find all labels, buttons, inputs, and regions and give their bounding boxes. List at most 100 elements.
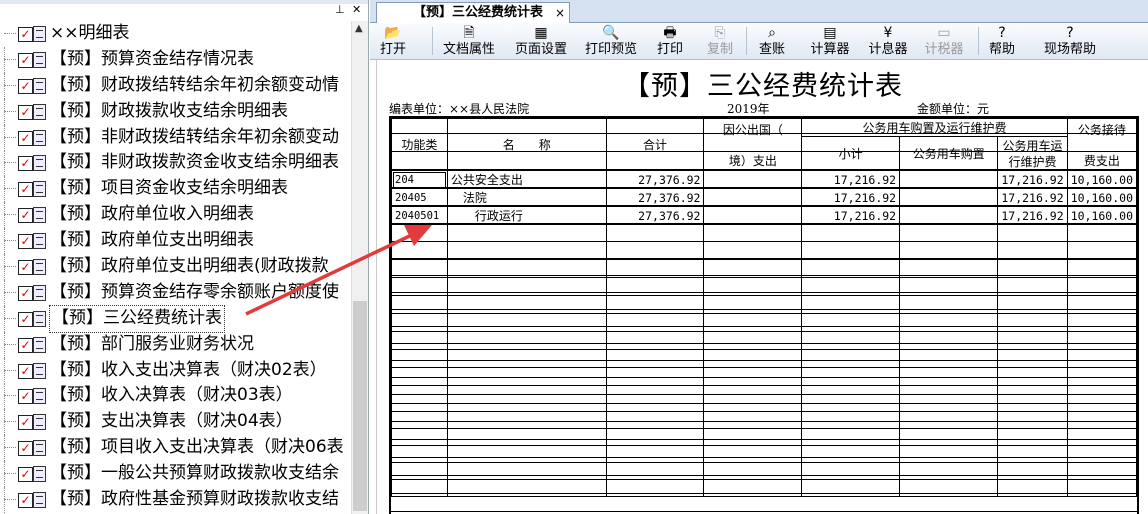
cell-empty[interactable] bbox=[1066, 428, 1138, 446]
cell-empty[interactable] bbox=[391, 292, 448, 310]
cell-total[interactable]: 27,376.92 bbox=[605, 170, 705, 189]
checkbox-checked-icon[interactable]: ✓ bbox=[18, 130, 33, 146]
tree-item-selected[interactable]: ✓ 【预】三公经费统计表 bbox=[0, 304, 352, 333]
checkbox-checked-icon[interactable]: ✓ bbox=[18, 52, 33, 68]
cell-empty[interactable] bbox=[446, 241, 607, 259]
table-row[interactable]: 20405 法院 27,376.92 17,216.92 17,216.92 10,160… bbox=[391, 188, 1138, 207]
tree-item[interactable]: ✓ 【预】一般公共预算财政拨款收支结余 bbox=[0, 461, 352, 488]
cell-empty[interactable] bbox=[703, 377, 803, 395]
cell-empty[interactable] bbox=[801, 343, 901, 361]
cell-empty[interactable] bbox=[1066, 377, 1138, 395]
cell-empty[interactable] bbox=[605, 360, 705, 378]
table-row-empty[interactable] bbox=[391, 326, 1138, 344]
cell-empty[interactable] bbox=[446, 479, 607, 497]
print-preview-button[interactable]: 🔍 打印预览 bbox=[578, 25, 644, 59]
tree-item[interactable]: ✓ 【预】预算资金结存零余额账户额度使 bbox=[0, 279, 352, 306]
cell-abroad[interactable] bbox=[703, 206, 803, 225]
cell-empty[interactable] bbox=[391, 411, 448, 429]
tax-button[interactable]: ▭ 计税器 bbox=[918, 25, 970, 59]
cell-purchase[interactable] bbox=[899, 170, 999, 189]
cell-empty[interactable] bbox=[1066, 479, 1138, 497]
cell-empty[interactable] bbox=[801, 275, 901, 293]
tree-item[interactable]: ✓ 【预】预算资金结存情况表 bbox=[0, 46, 352, 73]
cell-empty[interactable] bbox=[605, 445, 705, 463]
cell-empty[interactable] bbox=[391, 462, 448, 480]
table-row-empty[interactable] bbox=[391, 445, 1138, 463]
tree-root[interactable]: ✓ ××明细表 bbox=[0, 21, 352, 47]
checkbox-checked-icon[interactable]: ✓ bbox=[18, 234, 33, 250]
cell-empty[interactable] bbox=[801, 258, 901, 276]
checkbox-checked-icon[interactable]: ✓ bbox=[18, 415, 33, 431]
tree-item[interactable]: ✓ 【预】财政拨结转结余年初余额变动情 bbox=[0, 72, 352, 99]
cell-empty[interactable] bbox=[997, 258, 1068, 276]
cell-empty[interactable] bbox=[801, 394, 901, 412]
table-row-empty[interactable] bbox=[391, 377, 1138, 395]
cell-empty[interactable] bbox=[1066, 224, 1138, 242]
cell-empty[interactable] bbox=[703, 309, 803, 327]
cell-empty[interactable] bbox=[446, 309, 607, 327]
cell-subtotal[interactable]: 17,216.92 bbox=[801, 188, 901, 207]
cell-empty[interactable] bbox=[605, 394, 705, 412]
page-setup-button[interactable]: ▦ 页面设置 bbox=[508, 25, 574, 59]
tree-item[interactable]: ✓ 【预】财政拨款收支结余明细表 bbox=[0, 98, 352, 125]
cell-empty[interactable] bbox=[446, 377, 607, 395]
cell-empty[interactable] bbox=[899, 258, 999, 276]
context-help-button[interactable]: ? 现场帮助 bbox=[1030, 25, 1110, 59]
cell-empty[interactable] bbox=[605, 224, 705, 242]
table-row-empty[interactable] bbox=[391, 258, 1138, 276]
cell-empty[interactable] bbox=[605, 462, 705, 480]
table-row-empty[interactable] bbox=[391, 428, 1138, 446]
cell-empty[interactable] bbox=[1066, 326, 1138, 344]
table-row-empty[interactable] bbox=[391, 394, 1138, 412]
cell-empty[interactable] bbox=[605, 241, 705, 259]
cell-empty[interactable] bbox=[997, 292, 1068, 310]
cell-empty[interactable] bbox=[801, 445, 901, 463]
cell-empty[interactable] bbox=[899, 462, 999, 480]
search-button[interactable]: ⌕ 查账 bbox=[752, 25, 792, 59]
tree-item[interactable]: ✓ 【预】政府单位支出明细表 bbox=[0, 228, 352, 255]
cell-empty[interactable] bbox=[801, 462, 901, 480]
cell-empty[interactable] bbox=[703, 411, 803, 429]
cell-empty[interactable] bbox=[801, 428, 901, 446]
cell-empty[interactable] bbox=[446, 343, 607, 361]
cell-empty[interactable] bbox=[605, 326, 705, 344]
cell-empty[interactable] bbox=[703, 479, 803, 497]
close-icon[interactable]: ✕ bbox=[352, 3, 361, 16]
tree-item[interactable]: ✓ 【预】部门服务业财务状况 bbox=[0, 331, 352, 358]
cell-empty[interactable] bbox=[899, 224, 999, 242]
cell-empty[interactable] bbox=[446, 275, 607, 293]
cell-total[interactable]: 27,376.92 bbox=[605, 206, 705, 225]
cell-empty[interactable] bbox=[446, 428, 607, 446]
cell-empty[interactable] bbox=[1066, 445, 1138, 463]
cell-empty[interactable] bbox=[703, 275, 803, 293]
checkbox-checked-icon[interactable]: ✓ bbox=[18, 78, 33, 94]
cell-empty[interactable] bbox=[446, 360, 607, 378]
cell-empty[interactable] bbox=[446, 224, 607, 242]
checkbox-checked-icon[interactable]: ✓ bbox=[18, 441, 33, 457]
cell-empty[interactable] bbox=[801, 411, 901, 429]
checkbox-checked-icon[interactable]: ✓ bbox=[18, 389, 33, 405]
cell-empty[interactable] bbox=[391, 224, 448, 242]
cell-empty[interactable] bbox=[801, 377, 901, 395]
pin-icon[interactable]: ⊥ bbox=[335, 3, 345, 16]
cell-code[interactable]: 2040501 bbox=[391, 206, 448, 225]
table-row-empty[interactable] bbox=[391, 309, 1138, 327]
cell-empty[interactable] bbox=[391, 360, 448, 378]
checkbox-checked-icon[interactable]: ✓ bbox=[18, 337, 33, 353]
cell-empty[interactable] bbox=[605, 428, 705, 446]
cell-empty[interactable] bbox=[801, 292, 901, 310]
cell-empty[interactable] bbox=[1066, 343, 1138, 361]
cell-empty[interactable] bbox=[446, 394, 607, 412]
cell-empty[interactable] bbox=[899, 394, 999, 412]
table-row-empty[interactable] bbox=[391, 275, 1138, 293]
tree-item[interactable]: ✓ 【预】非财政拨款资金收支结余明细表 bbox=[0, 150, 352, 177]
cell-empty[interactable] bbox=[899, 309, 999, 327]
report-grid[interactable]: 功能类 名 称 合计 因公出国（ 境）支出 公务用车购置及运行维护费 公务接待 费支… bbox=[389, 116, 1139, 514]
checkbox-checked-icon[interactable]: ✓ bbox=[18, 467, 33, 483]
cell-empty[interactable] bbox=[446, 462, 607, 480]
cell-empty[interactable] bbox=[605, 275, 705, 293]
tab-sangong-report[interactable]: 【预】三公经费统计表 × bbox=[376, 2, 570, 23]
calculator-button[interactable]: ▤ 计算器 bbox=[804, 25, 856, 59]
cell-empty[interactable] bbox=[801, 360, 901, 378]
cell-empty[interactable] bbox=[997, 241, 1068, 259]
